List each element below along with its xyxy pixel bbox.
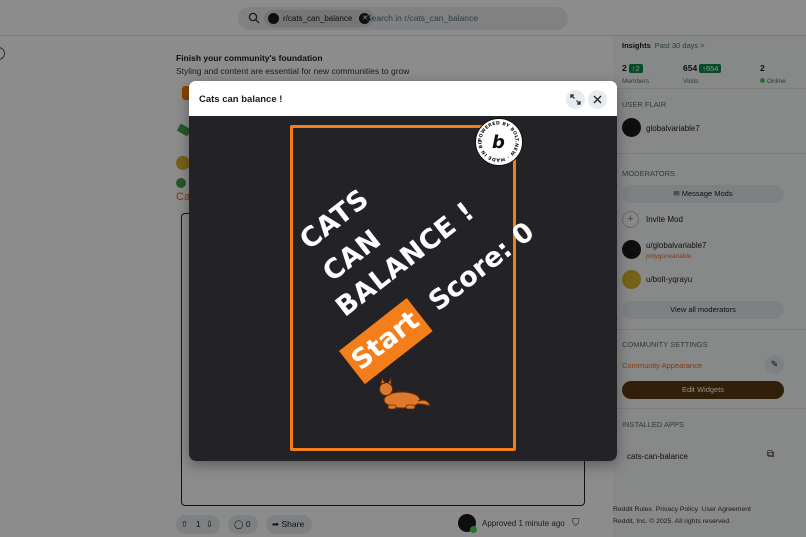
bolt-logo-icon: POWERED BY BOLT.NEW · MADE IN BOLT.NEW ·… [473, 115, 519, 163]
game-canvas[interactable]: CATS CAN BALANCE ! Start Score: 0 POWERE… [189, 115, 617, 461]
expand-icon [570, 94, 581, 105]
expand-button[interactable] [566, 90, 585, 109]
app-modal: Cats can balance ! CATS CAN BALANCE ! St… [189, 81, 617, 461]
modal-title: Cats can balance ! [199, 94, 283, 105]
close-button[interactable] [588, 90, 607, 109]
modal-header: Cats can balance ! [189, 81, 617, 116]
close-icon [593, 95, 602, 104]
cat-icon [379, 376, 431, 410]
bolt-badge[interactable]: POWERED BY BOLT.NEW · MADE IN BOLT.NEW ·… [473, 115, 523, 166]
svg-text:b: b [492, 132, 505, 153]
